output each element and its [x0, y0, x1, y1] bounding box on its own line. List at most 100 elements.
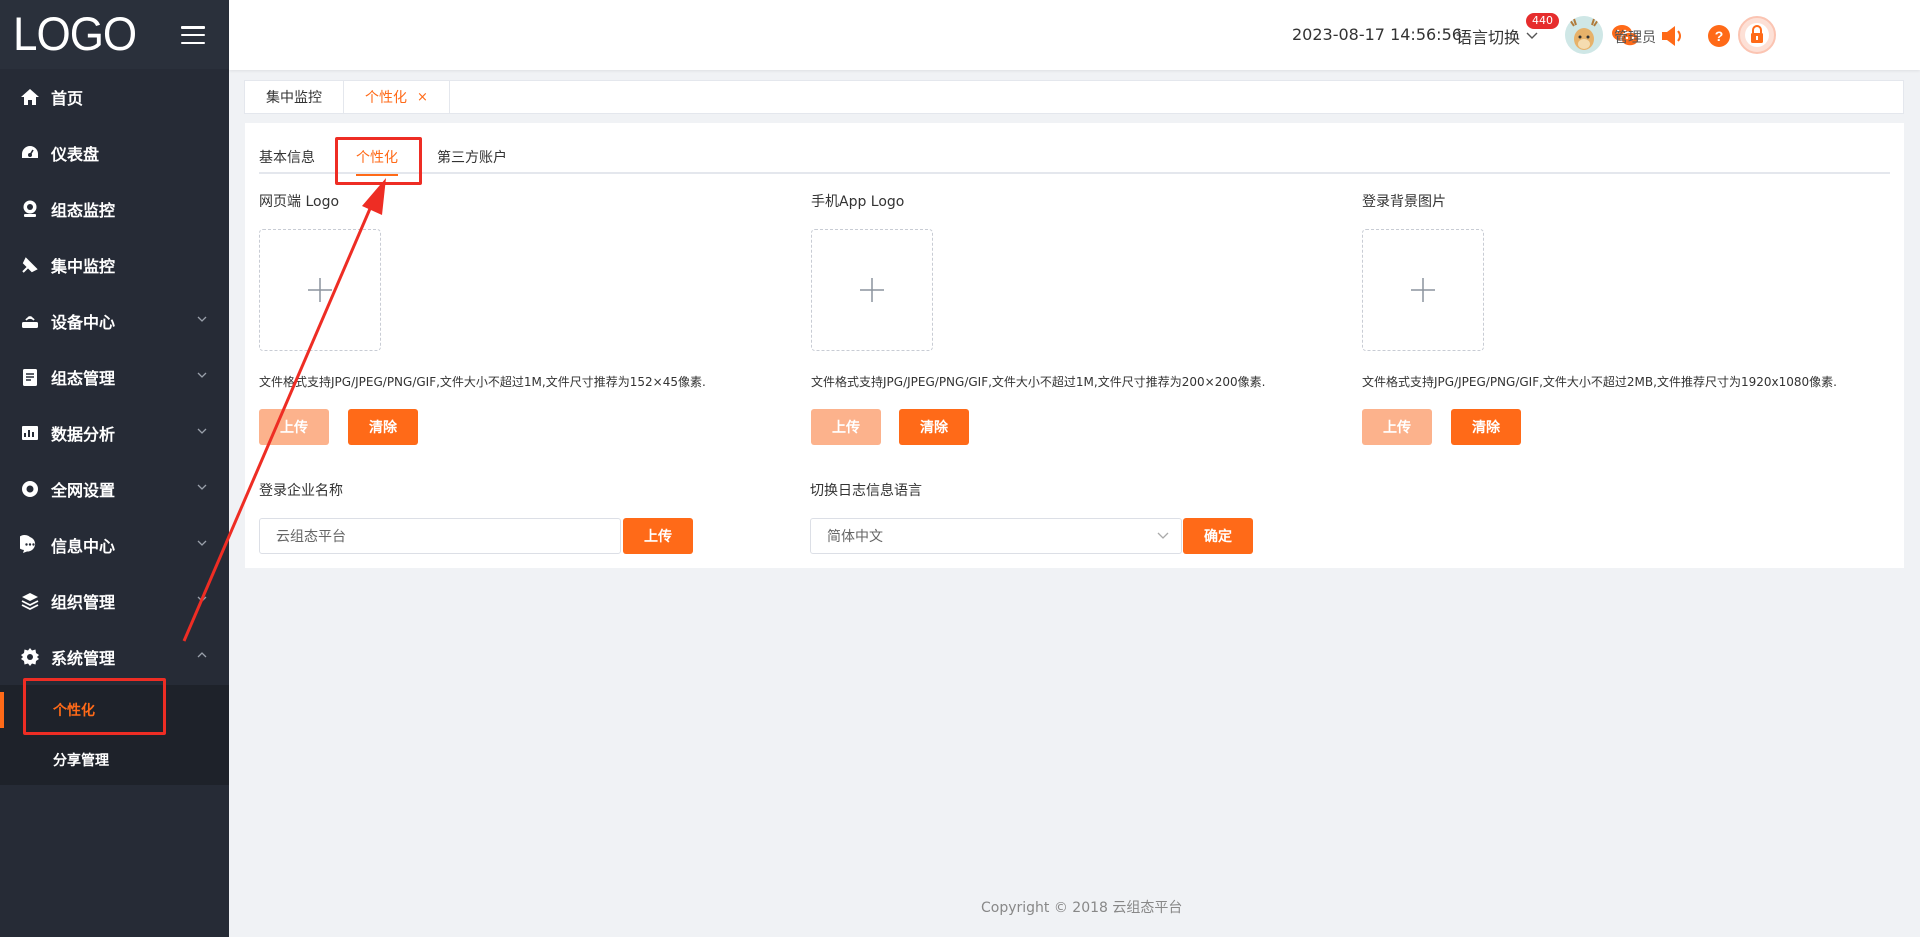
sidebar-item-network-settings[interactable]: 全网设置 — [0, 461, 229, 517]
sidebar-item-label: 仪表盘 — [51, 145, 100, 164]
close-icon[interactable]: × — [417, 90, 428, 105]
language-switch[interactable]: 语言切换 — [1456, 24, 1538, 48]
chevron-down-icon — [197, 484, 207, 490]
avatar[interactable] — [1565, 16, 1603, 54]
chat-icon — [20, 535, 40, 555]
tab-personalization[interactable]: 个性化 × — [344, 81, 450, 113]
sidebar-item-label: 数据分析 — [51, 425, 116, 444]
gear-icon — [20, 647, 40, 667]
language-switch-label: 语言切换 — [1456, 28, 1521, 47]
sidebar-item-label: 信息中心 — [51, 537, 116, 556]
plus-icon — [1411, 278, 1435, 302]
sidebar-item-device-center[interactable]: 设备中心 — [0, 293, 229, 349]
web-logo-clear-button[interactable]: 清除 — [348, 409, 418, 445]
svg-text:?: ? — [1715, 28, 1724, 44]
company-name-upload-button[interactable]: 上传 — [623, 518, 693, 554]
sidebar-item-scada-manage[interactable]: 组态管理 — [0, 349, 229, 405]
sidebar-item-data-analysis[interactable]: 数据分析 — [0, 405, 229, 461]
chevron-down-icon — [1526, 32, 1538, 39]
company-name-input[interactable]: 云组态平台 — [259, 518, 621, 554]
inner-tabs: 基本信息 个性化 第三方账户 — [259, 139, 1890, 176]
top-header: 2023-08-17 14:56:56 语言切换 ? 440 管理员 — [229, 0, 1920, 70]
webcam-icon — [20, 199, 40, 219]
sidebar-item-org-manage[interactable]: 组织管理 — [0, 573, 229, 629]
sidebar-item-scada-monitor[interactable]: 组态监控 — [0, 181, 229, 237]
alarm-count-badge: 440 — [1526, 13, 1559, 29]
chevron-up-icon — [197, 652, 207, 658]
sidebar-menu: 首页 仪表盘 组态监控 集中监控 设备中心 组态管理 数据分析 全网设置 信息中… — [0, 69, 229, 685]
chevron-down-icon — [197, 596, 207, 602]
router-icon — [20, 311, 40, 331]
tab-third-party-accounts[interactable]: 第三方账户 — [437, 139, 507, 174]
chevron-down-icon — [1157, 532, 1169, 539]
tab-label: 个性化 — [365, 90, 407, 106]
sidebar-item-label: 集中监控 — [51, 257, 116, 276]
app-logo-upload-button[interactable]: 上传 — [811, 409, 881, 445]
sidebar-item-label: 设备中心 — [51, 313, 116, 332]
personalization-panel: 基本信息 个性化 第三方账户 网页端 Logo 文件格式支持JPG/JPEG/P… — [245, 123, 1904, 568]
login-bg-upload-button[interactable]: 上传 — [1362, 409, 1432, 445]
sidebar-item-info-center[interactable]: 信息中心 — [0, 517, 229, 573]
sidebar-subitem-share-manage[interactable]: 分享管理 — [0, 735, 229, 785]
home-icon — [20, 87, 40, 107]
web-logo-upload-button[interactable]: 上传 — [259, 409, 329, 445]
sidebar-item-home[interactable]: 首页 — [0, 69, 229, 125]
sidebar-item-central-monitor[interactable]: 集中监控 — [0, 237, 229, 293]
tab-basic-info[interactable]: 基本信息 — [259, 139, 315, 174]
app-logo-hint: 文件格式支持JPG/JPEG/PNG/GIF,文件大小不超过1M,文件尺寸推荐为… — [811, 375, 1266, 389]
user-name[interactable]: 管理员 — [1614, 27, 1656, 47]
copyright: Copyright © 2018 云组态平台 — [981, 900, 1183, 916]
annotation-box-sidebar-item — [23, 678, 166, 735]
login-bg-uploader[interactable] — [1362, 229, 1484, 351]
chart-icon — [20, 423, 40, 443]
datetime: 2023-08-17 14:56:56 — [1292, 25, 1462, 44]
sidebar-item-dashboard[interactable]: 仪表盘 — [0, 125, 229, 181]
sidebar-item-label: 组态监控 — [51, 201, 116, 220]
log-language-label: 切换日志信息语言 — [810, 483, 922, 499]
annotation-box-inner-tab — [335, 137, 422, 185]
help-icon[interactable]: ? — [1705, 22, 1733, 50]
web-logo-label: 网页端 Logo — [259, 194, 340, 210]
sidebar-item-label: 系统管理 — [51, 649, 116, 668]
alarm-icon[interactable] — [1737, 15, 1777, 55]
sidebar-item-label: 组态管理 — [51, 369, 116, 388]
login-bg-clear-button[interactable]: 清除 — [1451, 409, 1521, 445]
log-language-value: 简体中文 — [827, 529, 883, 545]
log-language-select[interactable]: 简体中文 — [810, 518, 1182, 554]
sidebar-item-label: 首页 — [51, 89, 84, 108]
dashboard-icon — [20, 143, 40, 163]
login-bg-hint: 文件格式支持JPG/JPEG/PNG/GIF,文件大小不超过2MB,文件推荐尺寸… — [1362, 375, 1837, 389]
app-logo-label: 手机App Logo — [811, 194, 905, 210]
app-logo-clear-button[interactable]: 清除 — [899, 409, 969, 445]
plus-icon — [860, 278, 884, 302]
tab-label: 集中监控 — [266, 90, 322, 106]
layers-icon — [20, 591, 40, 611]
chevron-down-icon — [197, 428, 207, 434]
web-logo-uploader[interactable] — [259, 229, 381, 351]
web-logo-hint: 文件格式支持JPG/JPEG/PNG/GIF,文件大小不超过1M,文件尺寸推荐为… — [259, 375, 706, 389]
company-name-label: 登录企业名称 — [259, 483, 343, 499]
tab-central-monitor[interactable]: 集中监控 — [245, 81, 344, 113]
sidebar-subitem-label: 分享管理 — [53, 753, 109, 769]
sidebar-item-label: 全网设置 — [51, 481, 116, 500]
logo-bar: LOGO — [0, 0, 229, 69]
login-bg-label: 登录背景图片 — [1362, 194, 1446, 210]
target-icon — [20, 479, 40, 499]
chevron-down-icon — [197, 316, 207, 322]
sidebar-item-system-manage[interactable]: 系统管理 — [0, 629, 229, 685]
tab-label: 第三方账户 — [437, 149, 507, 166]
sidebar: LOGO 首页 仪表盘 组态监控 集中监控 设备中心 组态管理 数据分析 全网设… — [0, 0, 229, 937]
chevron-down-icon — [197, 540, 207, 546]
menu-toggle-icon[interactable] — [181, 26, 205, 44]
plus-icon — [308, 278, 332, 302]
satellite-icon — [20, 255, 40, 275]
logo: LOGO — [13, 7, 137, 61]
chevron-down-icon — [197, 372, 207, 378]
speaker-icon[interactable] — [1658, 22, 1686, 50]
page-tabs: 集中监控 个性化 × — [244, 80, 1904, 114]
log-language-confirm-button[interactable]: 确定 — [1183, 518, 1253, 554]
tab-label: 基本信息 — [259, 149, 315, 166]
app-logo-uploader[interactable] — [811, 229, 933, 351]
clipboard-icon — [20, 367, 40, 387]
sidebar-item-label: 组织管理 — [51, 593, 116, 612]
